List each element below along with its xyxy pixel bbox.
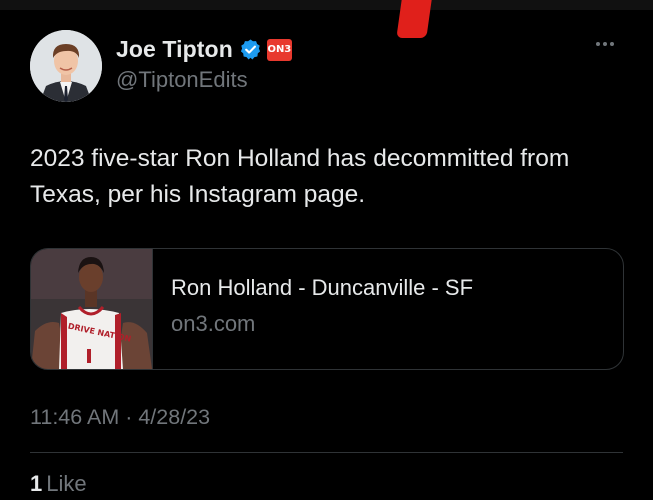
- link-card-info: Ron Holland - Duncanville - SF on3.com: [153, 249, 473, 369]
- avatar[interactable]: [30, 30, 102, 102]
- link-card[interactable]: DRIVE NATION Ron Holland - Duncanville -…: [30, 248, 624, 370]
- link-card-title[interactable]: Ron Holland - Duncanville - SF: [171, 275, 473, 301]
- divider: [30, 452, 623, 453]
- author-name-row: Joe Tipton ON3: [116, 36, 292, 63]
- link-card-thumbnail: DRIVE NATION: [31, 249, 153, 369]
- on3-badge-text: ON3: [267, 44, 292, 55]
- author-name[interactable]: Joe Tipton: [116, 36, 233, 63]
- verified-badge-icon: [240, 39, 260, 60]
- likes-link[interactable]: 1 Like: [30, 471, 87, 497]
- tweet-timestamp[interactable]: 11:46 AM · 4/28/23: [30, 405, 210, 430]
- like-label: Like: [46, 471, 87, 496]
- avatar-image: [30, 30, 102, 102]
- like-count: 1: [30, 471, 43, 496]
- link-card-domain: on3.com: [171, 311, 256, 336]
- on3-logo-icon[interactable]: ON3: [266, 38, 292, 61]
- author-handle[interactable]: @TiptonEdits: [116, 67, 248, 93]
- red-bookmark-tab: [396, 0, 432, 38]
- more-options-icon[interactable]: [596, 42, 614, 46]
- tweet-text: 2023 five-star Ron Holland has decommitt…: [30, 145, 570, 208]
- status-bar: [0, 0, 653, 10]
